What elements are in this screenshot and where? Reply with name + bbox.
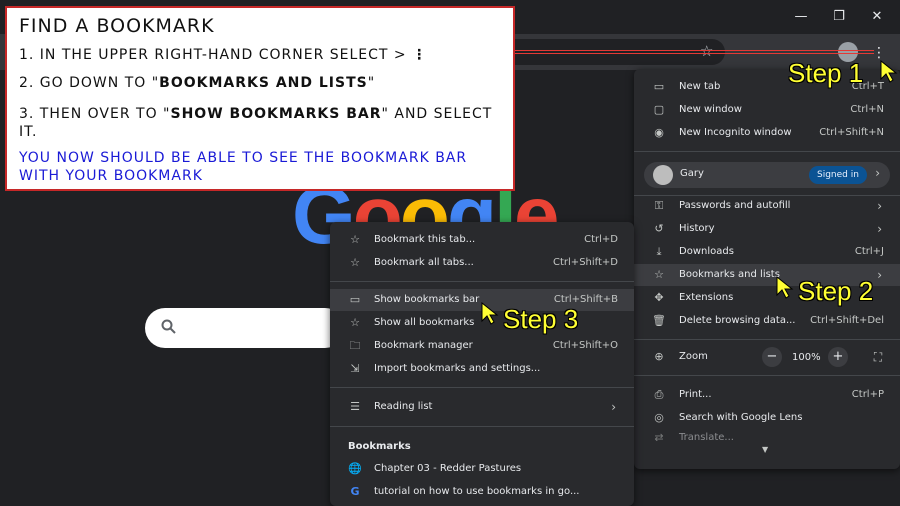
menu-item-translate[interactable]: ⇄ Translate... — [634, 427, 900, 441]
new-tab-icon: ▭ — [653, 80, 665, 93]
cursor-arrow-icon — [880, 60, 898, 83]
menu-item-delete-browsing-data[interactable]: 🗑 Delete browsing data... Ctrl+Shift+Del — [634, 310, 900, 332]
star-icon: ☆ — [654, 268, 664, 281]
star-icon: ☆ — [350, 316, 360, 329]
translate-icon: ⇄ — [654, 431, 664, 441]
globe-icon: 🌐 — [348, 462, 362, 475]
trash-icon: 🗑 — [652, 314, 666, 327]
google-favicon-icon: G — [350, 485, 360, 498]
zoom-in-button[interactable]: + — [828, 347, 848, 367]
key-icon: ⚿ — [654, 199, 664, 212]
menu-item-history[interactable]: ↺ History › — [634, 218, 900, 240]
menu-divider — [634, 375, 900, 376]
reading-list-icon: ☰ — [350, 400, 360, 413]
avatar — [653, 165, 673, 185]
lens-icon: ◎ — [654, 411, 664, 424]
chevron-right-icon: › — [877, 268, 882, 282]
puzzle-icon: ✥ — [654, 291, 664, 304]
minimize-button[interactable]: — — [786, 6, 816, 28]
menu-divider — [330, 426, 634, 427]
bookmark-item[interactable]: G tutorial on how to use bookmarks in go… — [330, 481, 634, 503]
scroll-down-icon[interactable]: ▼ — [762, 445, 768, 454]
menu-item-google-lens[interactable]: ◎ Search with Google Lens — [634, 407, 900, 429]
cursor-arrow-icon — [481, 302, 499, 325]
instruction-step-2: 2. Go down to "Bookmarks and Lists" — [19, 75, 376, 91]
menu-item-passwords[interactable]: ⚿ Passwords and autofill › — [634, 195, 900, 217]
bookmarks-bar-icon: ▭ — [349, 293, 361, 306]
menu-item-bookmark-all-tabs[interactable]: ☆ Bookmark all tabs... Ctrl+Shift+D — [330, 252, 634, 274]
cursor-arrow-icon — [776, 276, 794, 299]
instruction-note: You now should be able to see the bookma… — [19, 150, 468, 184]
menu-item-incognito[interactable]: ◉ New Incognito window Ctrl+Shift+N — [634, 122, 900, 144]
new-window-icon: ▢ — [653, 103, 665, 116]
maximize-button[interactable]: ❐ — [824, 6, 854, 28]
incognito-icon: ◉ — [654, 126, 664, 139]
step-1-callout: Step 1 — [788, 58, 864, 88]
close-window-button[interactable]: ✕ — [862, 6, 892, 28]
star-icon: ☆ — [350, 256, 360, 269]
bookmarks-section-heading: Bookmarks — [348, 441, 411, 452]
menu-item-import-bookmarks[interactable]: ⇲ Import bookmarks and settings... — [330, 358, 634, 380]
instruction-title: Find a Bookmark — [19, 15, 215, 37]
zoom-out-button[interactable]: − — [762, 347, 782, 367]
chevron-right-icon: › — [877, 222, 882, 236]
menu-divider — [330, 387, 634, 388]
fullscreen-icon[interactable]: ⛶ — [868, 347, 888, 367]
menu-item-downloads[interactable]: ⤓ Downloads Ctrl+J — [634, 241, 900, 263]
kebab-glyph-icon: ⋮ — [412, 47, 428, 63]
print-icon: ⎙ — [654, 388, 664, 401]
menu-divider — [330, 281, 634, 282]
menu-item-print[interactable]: ⎙ Print... Ctrl+P — [634, 384, 900, 406]
chevron-right-icon: › — [877, 199, 882, 213]
instruction-step-1: 1. In the upper right-hand corner select… — [19, 47, 428, 63]
instruction-panel: Find a Bookmark 1. In the upper right-ha… — [5, 6, 515, 191]
menu-divider — [634, 339, 900, 340]
import-icon: ⇲ — [350, 362, 360, 375]
step-2-callout: Step 2 — [798, 276, 874, 306]
bookmark-item[interactable]: 🌐 Chapter 03 - Redder Pastures — [330, 458, 634, 480]
profile-name: Gary — [680, 168, 704, 179]
menu-item-bookmark-manager[interactable]: 🗀 Bookmark manager Ctrl+Shift+O — [330, 335, 634, 357]
signed-in-badge: Signed in — [809, 166, 867, 184]
folder-icon: 🗀 — [349, 339, 361, 352]
menu-item-new-window[interactable]: ▢ New window Ctrl+N — [634, 99, 900, 121]
download-icon: ⤓ — [656, 245, 662, 258]
search-icon — [161, 319, 176, 334]
history-icon: ↺ — [654, 222, 664, 235]
profile-row[interactable]: Gary Signed in › — [644, 162, 890, 188]
chevron-right-icon: › — [611, 400, 616, 414]
bookmarks-submenu: ☆ Bookmark this tab... Ctrl+D ☆ Bookmark… — [330, 222, 634, 506]
zoom-icon: ⊕ — [654, 350, 664, 363]
chrome-main-menu: ▭ New tab Ctrl+T ▢ New window Ctrl+N ◉ N… — [634, 69, 900, 469]
menu-item-reading-list[interactable]: ☰ Reading list › — [330, 396, 634, 418]
instruction-step-3: 3. Then over to "Show Bookmarks Bar" and… — [19, 106, 493, 140]
menu-item-bookmark-this-tab[interactable]: ☆ Bookmark this tab... Ctrl+D — [330, 229, 634, 251]
star-icon: ☆ — [350, 233, 360, 246]
zoom-level: 100% — [792, 352, 821, 363]
chevron-right-icon: › — [875, 166, 880, 180]
step-3-callout: Step 3 — [503, 304, 579, 334]
menu-divider — [634, 151, 900, 152]
